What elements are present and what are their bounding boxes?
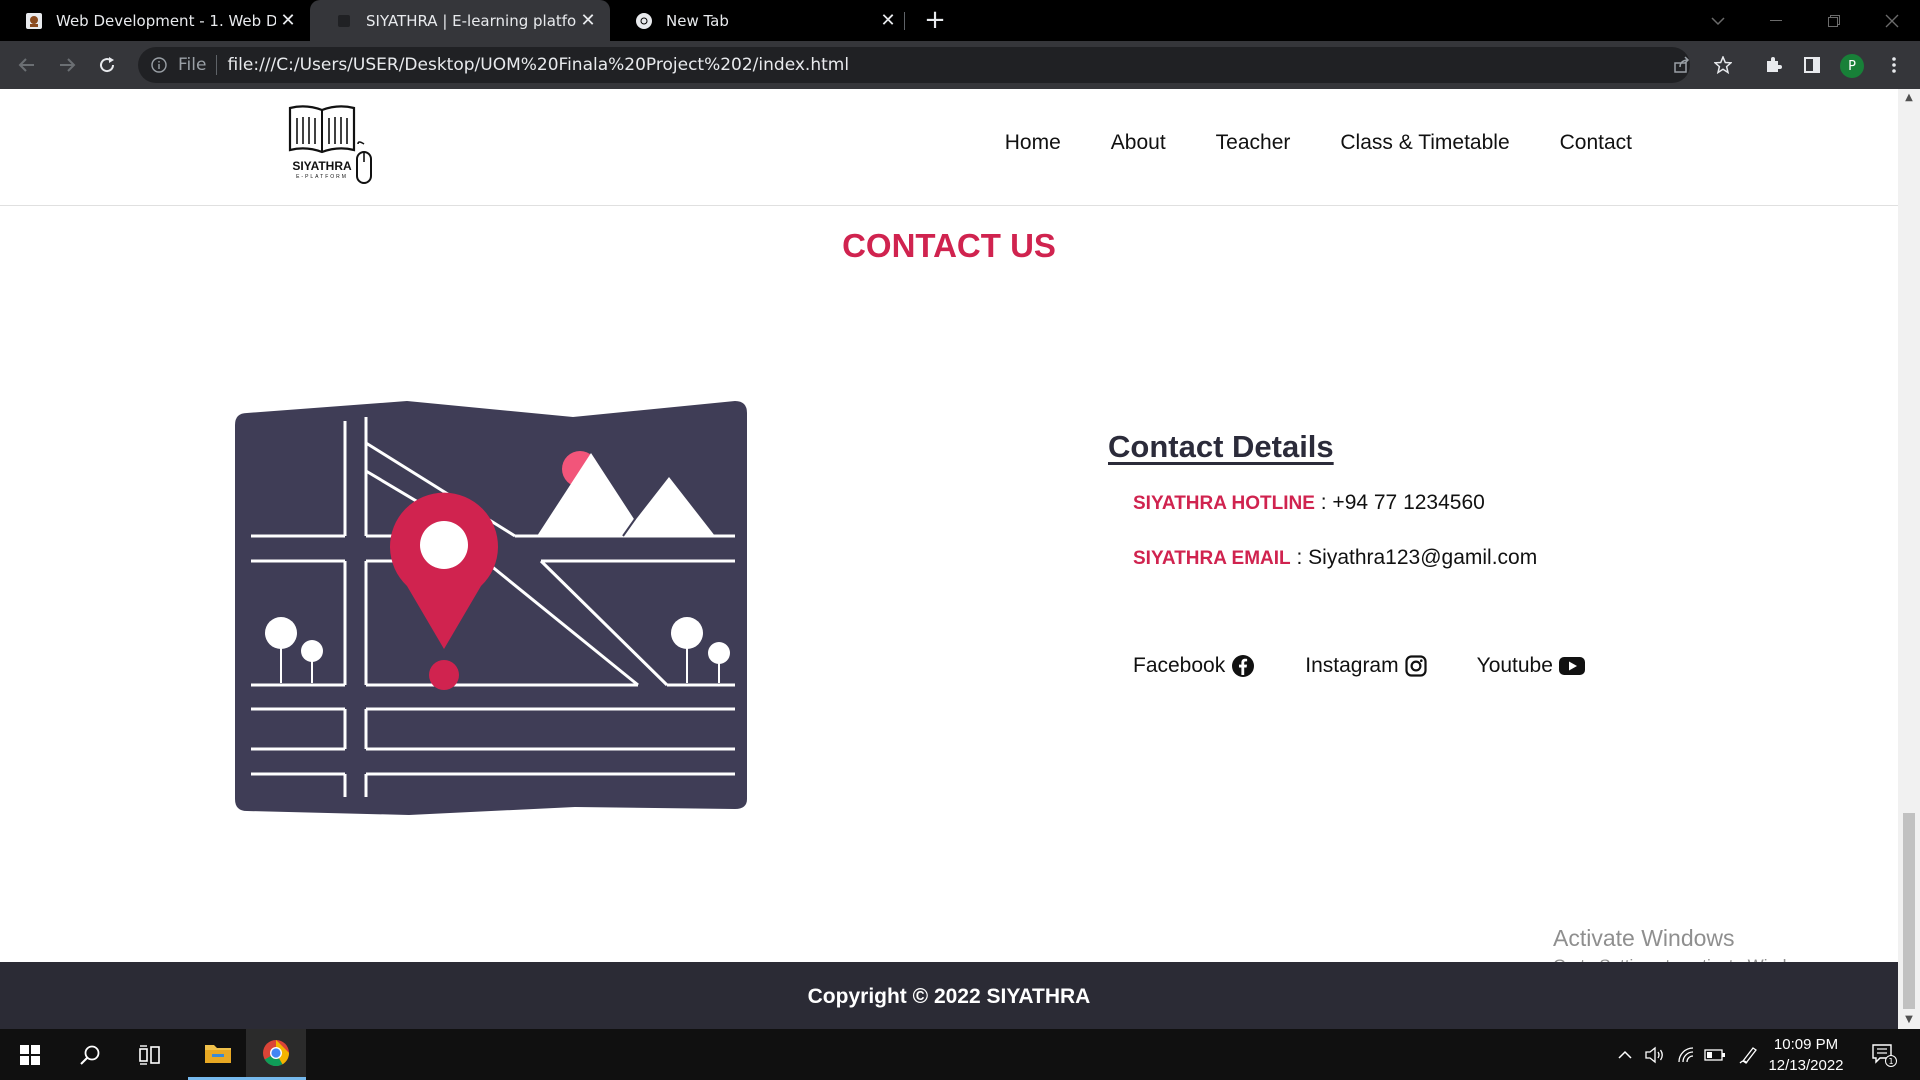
tab-siyathra[interactable]: SIYATHRA | E-learning platform ✕ [310, 0, 610, 41]
profile-avatar[interactable]: P [1840, 54, 1864, 78]
scroll-thumb[interactable] [1903, 813, 1915, 1009]
site-logo[interactable]: SIYATHRA E-PLATFORM [286, 104, 386, 186]
email-value: : Siyathra123@gamil.com [1290, 546, 1538, 569]
email-row: SIYATHRA EMAIL : Siyathra123@gamil.com [1133, 546, 1537, 570]
extensions-puzzle-icon[interactable] [1758, 50, 1788, 80]
facebook-link[interactable]: Facebook [1133, 654, 1255, 678]
share-icon[interactable] [1667, 50, 1697, 80]
back-icon[interactable] [12, 50, 42, 80]
nav-home[interactable]: Home [1005, 131, 1061, 155]
new-tab-button[interactable]: + [920, 6, 950, 36]
task-view-icon[interactable] [120, 1029, 180, 1080]
windows-start-icon[interactable] [0, 1029, 60, 1080]
browser-toolbar: File file:///C:/Users/USER/Desktop/UOM%2… [0, 41, 1920, 89]
hotline-value: : +94 77 1234560 [1314, 491, 1485, 514]
address-bar[interactable]: File file:///C:/Users/USER/Desktop/UOM%2… [138, 47, 1690, 83]
omnibox-divider [216, 55, 218, 75]
activate-windows-title: Activate Windows [1553, 925, 1735, 951]
map-location-illustration [235, 401, 747, 815]
map-background [235, 401, 747, 815]
contact-heading: CONTACT US [842, 227, 1056, 264]
tab-close-icon[interactable]: ✕ [276, 10, 300, 31]
site-info-icon[interactable] [150, 56, 168, 74]
tab-separator [904, 12, 905, 30]
volume-icon[interactable] [1640, 1029, 1670, 1080]
pen-workspace-icon[interactable] [1734, 1029, 1764, 1080]
nav-teacher[interactable]: Teacher [1216, 131, 1291, 155]
more-menu-icon[interactable] [1879, 50, 1909, 80]
scroll-up-arrow-icon[interactable]: ▲ [1898, 89, 1920, 107]
nav-contact[interactable]: Contact [1560, 131, 1632, 155]
file-explorer-icon[interactable] [188, 1029, 248, 1080]
tab-new-tab[interactable]: New Tab ✕ [610, 0, 910, 41]
course-favicon-icon [24, 11, 44, 31]
instagram-label: Instagram [1305, 654, 1399, 677]
battery-icon[interactable] [1700, 1029, 1730, 1080]
social-links: Facebook Instagram Youtube [1133, 654, 1585, 678]
tab-title: SIYATHRA | E-learning platform [366, 11, 576, 30]
tab-title: Web Development - 1. Web Desi [56, 11, 276, 30]
contact-details-title: Contact Details [1108, 429, 1334, 464]
logo-text: SIYATHRA [292, 159, 352, 173]
bookmark-star-icon[interactable] [1708, 50, 1738, 80]
forward-icon[interactable] [52, 50, 82, 80]
email-label: SIYATHRA EMAIL [1133, 548, 1291, 569]
site-header: SIYATHRA E-PLATFORM Home About Teacher C… [0, 89, 1898, 206]
tab-web-development[interactable]: Web Development - 1. Web Desi ✕ [0, 0, 310, 41]
reload-icon[interactable] [92, 50, 122, 80]
logo-subtext: E-PLATFORM [296, 174, 348, 180]
minimize-icon[interactable] [1748, 0, 1804, 41]
contact-details: Contact Details SIYATHRA HOTLINE : +94 7… [1108, 429, 1708, 677]
close-window-icon[interactable] [1864, 0, 1920, 41]
site-footer: Copyright © 2022 SIYATHRA [0, 962, 1898, 1029]
show-hidden-icons-chevron-icon[interactable] [1612, 1029, 1638, 1080]
instagram-icon [1405, 655, 1427, 677]
tab-title: New Tab [666, 11, 729, 30]
side-panel-icon[interactable] [1797, 50, 1827, 80]
browser-tab-strip: Web Development - 1. Web Desi ✕ SIYATHRA… [0, 0, 1920, 41]
notification-count: 1 [1888, 1057, 1893, 1066]
page-viewport: SIYATHRA E-PLATFORM Home About Teacher C… [0, 89, 1898, 1029]
youtube-label: Youtube [1476, 654, 1553, 677]
restore-icon[interactable] [1806, 0, 1862, 41]
hotline-label: SIYATHRA HOTLINE [1133, 493, 1315, 514]
network-icon[interactable] [1672, 1029, 1702, 1080]
tab-close-icon[interactable]: ✕ [576, 10, 600, 31]
page-scrollbar[interactable]: ▲ ▼ [1898, 89, 1920, 1029]
copyright-text: Copyright © 2022 SIYATHRA [807, 985, 1091, 1008]
windows-taskbar: 10:09 PM 12/13/2022 1 [0, 1029, 1920, 1080]
page-favicon-icon [334, 11, 354, 31]
youtube-link[interactable]: Youtube [1477, 654, 1585, 678]
tab-search-chevron-icon[interactable] [1690, 0, 1746, 41]
chrome-taskbar-icon[interactable] [246, 1029, 306, 1080]
chrome-icon [634, 11, 654, 31]
nav-about[interactable]: About [1111, 131, 1166, 155]
tab-close-icon[interactable]: ✕ [876, 10, 900, 31]
scheme-label: File [178, 55, 207, 75]
taskbar-clock[interactable]: 10:09 PM 12/13/2022 [1766, 1034, 1846, 1076]
facebook-icon [1232, 655, 1255, 677]
search-icon[interactable] [60, 1029, 120, 1080]
youtube-icon [1558, 657, 1585, 675]
notifications-icon[interactable]: 1 [1864, 1029, 1904, 1080]
instagram-link[interactable]: Instagram [1305, 654, 1427, 678]
nav-class-timetable[interactable]: Class & Timetable [1340, 131, 1509, 155]
main-nav: Home About Teacher Class & Timetable Con… [1005, 131, 1632, 155]
clock-time: 10:09 PM [1773, 1036, 1839, 1053]
facebook-label: Facebook [1133, 654, 1226, 677]
scroll-down-arrow-icon[interactable]: ▼ [1898, 1011, 1920, 1029]
hotline-row: SIYATHRA HOTLINE : +94 77 1234560 [1133, 491, 1485, 515]
url-text[interactable]: file:///C:/Users/USER/Desktop/UOM%20Fina… [227, 55, 849, 75]
clock-date: 12/13/2022 [1768, 1057, 1844, 1074]
